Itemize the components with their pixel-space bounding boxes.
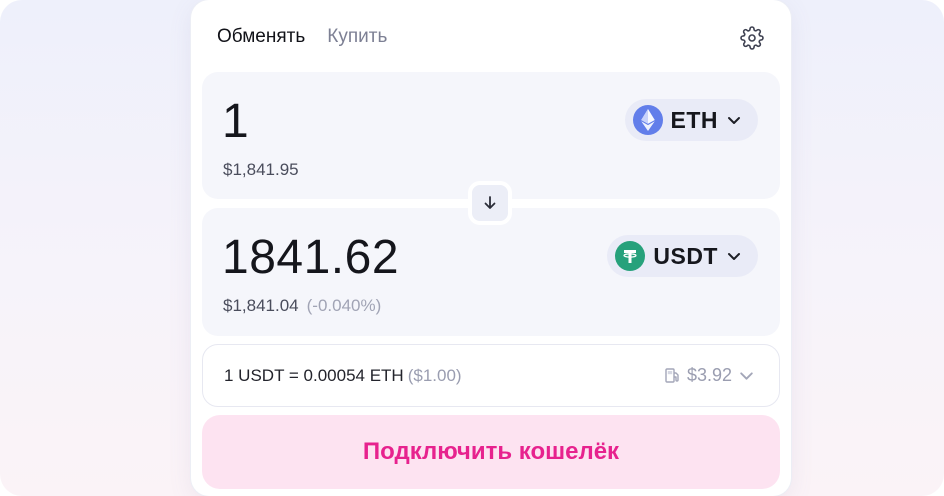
rate-details-toggle[interactable]: 1 USDT = 0.00054 ETH ($1.00) $3.92 [202,344,780,407]
chevron-down-icon [728,253,740,260]
gear-icon [740,26,764,50]
switch-direction-button[interactable] [468,181,512,225]
settings-button[interactable] [739,25,765,51]
buy-usd-value: $1,841.04 [223,296,299,315]
rate-text: 1 USDT = 0.00054 ETH [224,365,404,385]
tab-bar: Обменять Купить [217,26,387,48]
gas-fee: $3.92 [664,365,755,386]
tab-swap[interactable]: Обменять [217,26,305,48]
buy-amount-input[interactable]: 1841.62 [222,230,399,285]
gas-pump-icon [665,368,679,383]
connect-wallet-button[interactable]: Подключить кошелёк [202,415,780,489]
buy-token-symbol: USDT [653,242,718,269]
chevron-down-icon [728,117,740,124]
price-impact: (-0.040%) [306,296,382,315]
gas-fee-value: $3.92 [686,365,732,385]
buy-panel: 1841.62 $1,841.04 (-0.040%) USDT [202,208,780,336]
sell-token-symbol: ETH [670,106,718,133]
exchange-rate: 1 USDT = 0.00054 ETH ($1.00) [224,366,462,386]
buy-usd-row: $1,841.04 (-0.040%) [223,296,381,316]
rate-usd: ($1.00) [407,365,462,385]
tab-buy[interactable]: Купить [327,26,387,48]
chevron-down-icon [740,372,753,380]
sell-panel: 1 $1,841.95 ETH [202,72,780,199]
tether-icon [615,241,646,271]
sell-token-selector[interactable]: ETH [624,99,758,141]
ethereum-icon [632,105,663,135]
sell-usd-value: $1,841.95 [223,160,299,179]
buy-token-selector[interactable]: USDT [607,235,758,277]
swap-widget: Обменять Купить 1 $1,841.95 ETH 1841.62 … [191,0,791,496]
sell-amount-input[interactable]: 1 [222,94,249,149]
arrow-down-icon [484,196,496,209]
